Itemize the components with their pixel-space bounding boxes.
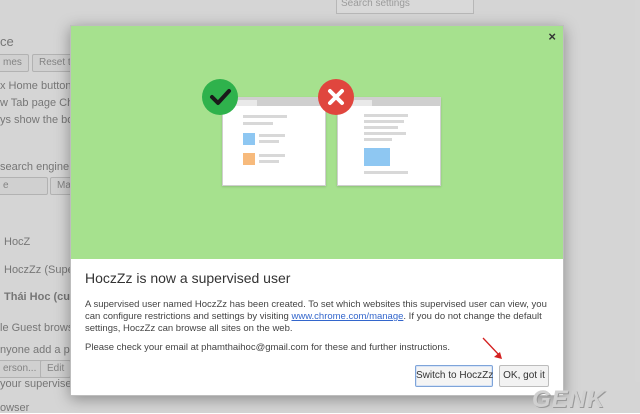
watermark-logo: GENK bbox=[532, 386, 606, 413]
annotation-arrow-icon bbox=[482, 337, 502, 359]
